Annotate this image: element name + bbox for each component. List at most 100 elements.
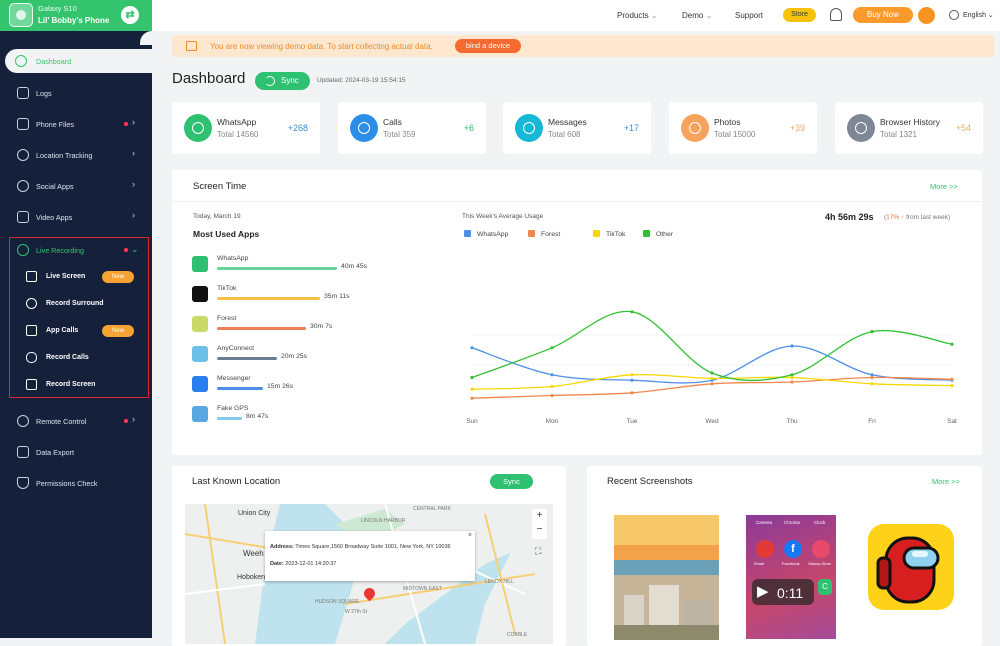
user-avatar-icon[interactable]	[918, 7, 935, 24]
data-point[interactable]	[630, 391, 634, 395]
switch-device-icon[interactable]: ⇄	[121, 6, 139, 24]
store-button[interactable]: Store	[783, 8, 816, 22]
device-header[interactable]: Galaxy S10 Lil' Bobby's Phone ⇄	[0, 0, 152, 31]
stat-card-photos[interactable]: Photos Total 15000 +39	[669, 102, 817, 154]
sync-button[interactable]: Sync	[255, 72, 310, 90]
sidebar-item-label: Remote Control	[36, 417, 87, 426]
chevron-down-icon: ⌄	[705, 11, 713, 20]
legend-item[interactable]: TikTok	[593, 230, 625, 238]
sidebar-item-location-tracking[interactable]: Location Tracking ›	[0, 142, 152, 168]
bind-device-button[interactable]: bind a device	[455, 39, 521, 53]
sidebar-subitem-record-surround[interactable]: Record Surround	[10, 291, 148, 317]
data-point[interactable]	[470, 375, 474, 380]
sidebar: Galaxy S10 Lil' Bobby's Phone ⇄ Dashboar…	[0, 0, 152, 638]
data-point[interactable]	[870, 330, 874, 334]
data-point[interactable]	[870, 375, 874, 380]
data-point[interactable]	[710, 382, 714, 386]
legend-swatch	[593, 230, 600, 237]
language-selector[interactable]: English ⌄	[963, 11, 994, 19]
sidebar-item-label: Location Tracking	[36, 151, 93, 160]
series-line-other	[471, 310, 953, 382]
legend-item[interactable]: WhatsApp	[464, 230, 508, 238]
data-point[interactable]	[470, 346, 474, 350]
nav-support[interactable]: Support	[735, 11, 763, 20]
card-name: WhatsApp	[217, 117, 257, 127]
data-point[interactable]	[470, 396, 474, 400]
screenshots-more-link[interactable]: More >>	[932, 477, 960, 486]
data-point[interactable]	[790, 380, 794, 384]
sidebar-item-phone-files[interactable]: Phone Files ›	[0, 111, 152, 137]
screen-time-more-link[interactable]: More >>	[930, 182, 958, 191]
legend-item[interactable]: Forest	[528, 230, 560, 238]
data-point[interactable]	[550, 346, 554, 350]
notification-dot	[124, 122, 128, 126]
stat-card-messages[interactable]: Messages Total 608 +17	[503, 102, 651, 154]
bell-icon[interactable]	[830, 8, 842, 21]
sidebar-subitem-record-calls[interactable]: Record Calls	[10, 345, 148, 371]
data-point[interactable]	[950, 384, 954, 388]
fullscreen-icon[interactable]: ⛶	[535, 546, 541, 557]
map-label-small: COBBLE	[507, 632, 528, 638]
data-point[interactable]	[870, 382, 874, 386]
demo-notice-banner: You are now viewing demo data. To start …	[172, 35, 994, 57]
app-time: 15m 26s	[267, 383, 294, 390]
buy-now-button[interactable]: Buy Now	[853, 7, 913, 23]
sidebar-item-label: Video Apps	[36, 213, 73, 222]
stat-card-calls[interactable]: Calls Total 359 +6	[338, 102, 486, 154]
data-point[interactable]	[950, 377, 954, 381]
data-point[interactable]	[710, 376, 714, 380]
data-point[interactable]	[550, 373, 554, 377]
legend-swatch	[643, 230, 650, 237]
legend-item[interactable]: Other	[643, 230, 673, 238]
location-map[interactable]: Union City Weeh Hoboken LINCOLN HARBOR C…	[185, 504, 553, 644]
sidebar-subitem-record-screen[interactable]: Record Screen	[10, 372, 148, 398]
stat-card-browser-history[interactable]: Browser History Total 1321 +54	[835, 102, 983, 154]
nav-products[interactable]: Products ⌄	[617, 11, 658, 20]
zoom-in-icon[interactable]: +	[532, 509, 547, 523]
date-label: Date:	[270, 561, 284, 567]
legend-label: WhatsApp	[477, 231, 509, 238]
live-recording-group: Live Recording ⌄ Live Screen New Record …	[9, 237, 149, 398]
data-point[interactable]	[630, 310, 634, 314]
sidebar-item-data-export[interactable]: Data Export	[0, 439, 152, 465]
data-point[interactable]	[630, 373, 634, 377]
sidebar-item-logs[interactable]: Logs	[0, 80, 152, 106]
data-point[interactable]	[470, 387, 474, 391]
screenshot-thumbnail-phone[interactable]: Camera Chrome Clock f Email Facebook Gal…	[746, 515, 836, 639]
sidebar-item-live-recording[interactable]: Live Recording ⌄	[0, 237, 152, 263]
location-sync-button[interactable]: Sync	[490, 474, 533, 489]
data-point[interactable]	[790, 344, 794, 348]
sidebar-item-dashboard[interactable]: Dashboard	[5, 49, 152, 73]
data-point[interactable]	[550, 384, 554, 389]
card-name: Calls	[383, 117, 402, 127]
sidebar-item-permissions-check[interactable]: Permissions Check	[0, 470, 152, 496]
phone-app-label: Facebook	[782, 561, 800, 566]
sidebar-item-label: Social Apps	[36, 182, 74, 191]
screenshot-thumbnail-amongus[interactable]	[868, 524, 954, 610]
card-total: Total 608	[548, 130, 581, 139]
sidebar-item-remote-control[interactable]: Remote Control ›	[0, 408, 152, 434]
app-name: TikTok	[217, 285, 237, 292]
sidebar-subitem-app-calls[interactable]: App Calls New	[10, 318, 148, 344]
data-point[interactable]	[550, 393, 554, 398]
sidebar-subitem-label: Record Calls	[46, 354, 89, 361]
sidebar-item-video-apps[interactable]: Video Apps ›	[0, 204, 152, 230]
data-point[interactable]	[630, 378, 634, 382]
sidebar-item-social-apps[interactable]: Social Apps ›	[0, 173, 152, 199]
globe-icon[interactable]	[949, 10, 959, 20]
nav-demo[interactable]: Demo ⌄	[682, 11, 712, 20]
zoom-out-icon[interactable]: −	[532, 523, 547, 537]
map-label-small: LENOX HILL	[485, 579, 514, 585]
sidebar-subitem-live-screen[interactable]: Live Screen New	[10, 264, 148, 290]
nav-demo-label: Demo	[682, 11, 704, 20]
screenshot-thumbnail-beach[interactable]	[614, 515, 719, 640]
phone-app-label: Galaxy Store	[808, 561, 832, 566]
close-icon[interactable]: ×	[468, 532, 472, 539]
x-tick-label: Sat	[947, 418, 957, 425]
data-point[interactable]	[950, 342, 954, 346]
app-time: 30m 7s	[310, 323, 333, 330]
video-overlay[interactable]: ▶ 0:11	[752, 579, 814, 605]
data-point[interactable]	[710, 371, 714, 375]
data-point[interactable]	[790, 373, 794, 377]
stat-card-whatsapp[interactable]: WhatsApp Total 14560 +268	[172, 102, 320, 154]
